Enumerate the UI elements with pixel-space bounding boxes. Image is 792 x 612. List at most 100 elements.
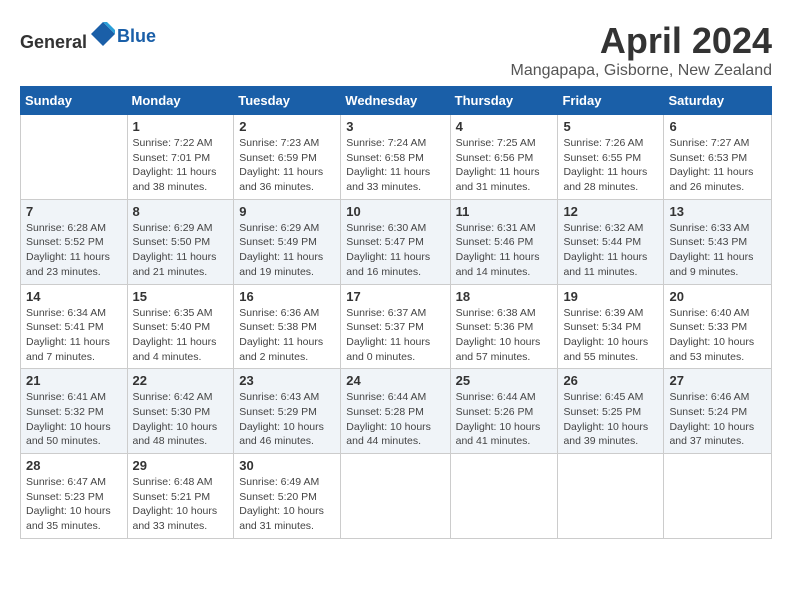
day-info: Sunrise: 7:26 AM Sunset: 6:55 PM Dayligh… [563,136,658,195]
calendar-cell: 2Sunrise: 7:23 AM Sunset: 6:59 PM Daylig… [234,115,341,200]
day-number: 13 [669,204,766,219]
logo-general-text: General [20,32,87,52]
day-number: 9 [239,204,335,219]
day-info: Sunrise: 6:46 AM Sunset: 5:24 PM Dayligh… [669,390,766,449]
calendar-cell: 15 Sunrise: 6:35 AM Sunset: 5:40 PM Dayli… [127,284,234,369]
day-number: 12 [563,204,658,219]
day-number: 14 [26,289,122,304]
day-info: Sunrise: 6:38 AM Sunset: 5:36 PM Dayligh… [456,306,553,365]
calendar-cell [558,454,664,539]
day-number: 5 [563,119,658,134]
calendar-cell: 22Sunrise: 6:42 AM Sunset: 5:30 PM Dayli… [127,369,234,454]
calendar-cell: 13 Sunrise: 6:33 AM Sunset: 5:43 PM Dayli… [664,199,772,284]
day-number: 24 [346,373,444,388]
day-info: Sunrise: 7:27 AM Sunset: 6:53 PM Dayligh… [669,136,766,195]
calendar-cell: 25 Sunrise: 6:44 AM Sunset: 5:26 PM Dayli… [450,369,558,454]
day-number: 3 [346,119,444,134]
calendar-cell: 21 Sunrise: 6:41 AM Sunset: 5:32 PM Dayli… [21,369,128,454]
day-number: 27 [669,373,766,388]
day-number: 7 [26,204,122,219]
day-info: Sunrise: 6:44 AM Sunset: 5:28 PM Dayligh… [346,390,444,449]
page-header: General Blue April 2024 Mangapapa, Gisbo… [20,20,772,80]
day-header-thursday: Thursday [450,87,558,115]
calendar-cell: 23 Sunrise: 6:43 AM Sunset: 5:29 PM Dayli… [234,369,341,454]
day-header-friday: Friday [558,87,664,115]
day-info: Sunrise: 7:25 AM Sunset: 6:56 PM Dayligh… [456,136,553,195]
day-info: Sunrise: 7:23 AM Sunset: 6:59 PM Dayligh… [239,136,335,195]
calendar-cell: 24 Sunrise: 6:44 AM Sunset: 5:28 PM Dayli… [341,369,450,454]
day-info: Sunrise: 6:31 AM Sunset: 5:46 PM Dayligh… [456,221,553,280]
calendar-cell: 4 Sunrise: 7:25 AM Sunset: 6:56 PM Daylig… [450,115,558,200]
day-header-tuesday: Tuesday [234,87,341,115]
calendar-cell: 10 Sunrise: 6:30 AM Sunset: 5:47 PM Dayli… [341,199,450,284]
calendar-cell: 8 Sunrise: 6:29 AM Sunset: 5:50 PM Daylig… [127,199,234,284]
day-number: 21 [26,373,122,388]
day-number: 25 [456,373,553,388]
calendar-cell: 30 Sunrise: 6:49 AM Sunset: 5:20 PM Dayli… [234,454,341,539]
day-number: 17 [346,289,444,304]
calendar-cell: 17Sunrise: 6:37 AM Sunset: 5:37 PM Dayli… [341,284,450,369]
calendar-cell: 27 Sunrise: 6:46 AM Sunset: 5:24 PM Dayli… [664,369,772,454]
calendar-cell: 7 Sunrise: 6:28 AM Sunset: 5:52 PM Daylig… [21,199,128,284]
week-row-5: 28 Sunrise: 6:47 AM Sunset: 5:23 PM Dayli… [21,454,772,539]
day-info: Sunrise: 6:44 AM Sunset: 5:26 PM Dayligh… [456,390,553,449]
day-info: Sunrise: 6:43 AM Sunset: 5:29 PM Dayligh… [239,390,335,449]
week-row-1: 1 Sunrise: 7:22 AM Sunset: 7:01 PM Daylig… [21,115,772,200]
day-number: 16 [239,289,335,304]
day-number: 23 [239,373,335,388]
calendar-cell: 20 Sunrise: 6:40 AM Sunset: 5:33 PM Dayli… [664,284,772,369]
day-number: 29 [133,458,229,473]
day-header-saturday: Saturday [664,87,772,115]
day-number: 26 [563,373,658,388]
day-info: Sunrise: 6:47 AM Sunset: 5:23 PM Dayligh… [26,475,122,534]
day-number: 28 [26,458,122,473]
calendar-cell: 26 Sunrise: 6:45 AM Sunset: 5:25 PM Dayli… [558,369,664,454]
calendar-cell: 16Sunrise: 6:36 AM Sunset: 5:38 PM Dayli… [234,284,341,369]
day-number: 1 [133,119,229,134]
calendar-cell: 19Sunrise: 6:39 AM Sunset: 5:34 PM Dayli… [558,284,664,369]
day-number: 19 [563,289,658,304]
day-header-sunday: Sunday [21,87,128,115]
day-info: Sunrise: 6:28 AM Sunset: 5:52 PM Dayligh… [26,221,122,280]
calendar-cell: 5 Sunrise: 7:26 AM Sunset: 6:55 PM Daylig… [558,115,664,200]
month-title: April 2024 [511,20,773,62]
day-info: Sunrise: 6:35 AM Sunset: 5:40 PM Dayligh… [133,306,229,365]
day-info: Sunrise: 6:34 AM Sunset: 5:41 PM Dayligh… [26,306,122,365]
calendar-cell: 12Sunrise: 6:32 AM Sunset: 5:44 PM Dayli… [558,199,664,284]
week-row-4: 21 Sunrise: 6:41 AM Sunset: 5:32 PM Dayli… [21,369,772,454]
day-info: Sunrise: 6:41 AM Sunset: 5:32 PM Dayligh… [26,390,122,449]
calendar-cell [21,115,128,200]
day-info: Sunrise: 6:42 AM Sunset: 5:30 PM Dayligh… [133,390,229,449]
calendar-cell [450,454,558,539]
calendar-cell: 3Sunrise: 7:24 AM Sunset: 6:58 PM Daylig… [341,115,450,200]
day-info: Sunrise: 6:45 AM Sunset: 5:25 PM Dayligh… [563,390,658,449]
day-info: Sunrise: 6:33 AM Sunset: 5:43 PM Dayligh… [669,221,766,280]
day-number: 8 [133,204,229,219]
logo-icon [89,20,117,48]
calendar-cell: 18 Sunrise: 6:38 AM Sunset: 5:36 PM Dayli… [450,284,558,369]
day-number: 20 [669,289,766,304]
day-number: 10 [346,204,444,219]
day-number: 6 [669,119,766,134]
calendar-cell: 14 Sunrise: 6:34 AM Sunset: 5:41 PM Dayli… [21,284,128,369]
location-title: Mangapapa, Gisborne, New Zealand [511,62,773,80]
calendar-cell: 1 Sunrise: 7:22 AM Sunset: 7:01 PM Daylig… [127,115,234,200]
header-row: SundayMondayTuesdayWednesdayThursdayFrid… [21,87,772,115]
week-row-3: 14 Sunrise: 6:34 AM Sunset: 5:41 PM Dayli… [21,284,772,369]
week-row-2: 7 Sunrise: 6:28 AM Sunset: 5:52 PM Daylig… [21,199,772,284]
day-number: 11 [456,204,553,219]
day-number: 18 [456,289,553,304]
day-number: 30 [239,458,335,473]
day-info: Sunrise: 6:29 AM Sunset: 5:49 PM Dayligh… [239,221,335,280]
calendar-cell: 9 Sunrise: 6:29 AM Sunset: 5:49 PM Daylig… [234,199,341,284]
day-info: Sunrise: 6:30 AM Sunset: 5:47 PM Dayligh… [346,221,444,280]
logo-blue-text: Blue [117,26,156,46]
logo: General Blue [20,20,156,53]
day-number: 4 [456,119,553,134]
day-info: Sunrise: 6:49 AM Sunset: 5:20 PM Dayligh… [239,475,335,534]
day-number: 15 [133,289,229,304]
day-info: Sunrise: 6:29 AM Sunset: 5:50 PM Dayligh… [133,221,229,280]
day-info: Sunrise: 7:22 AM Sunset: 7:01 PM Dayligh… [133,136,229,195]
title-block: April 2024 Mangapapa, Gisborne, New Zeal… [511,20,773,80]
day-info: Sunrise: 6:40 AM Sunset: 5:33 PM Dayligh… [669,306,766,365]
